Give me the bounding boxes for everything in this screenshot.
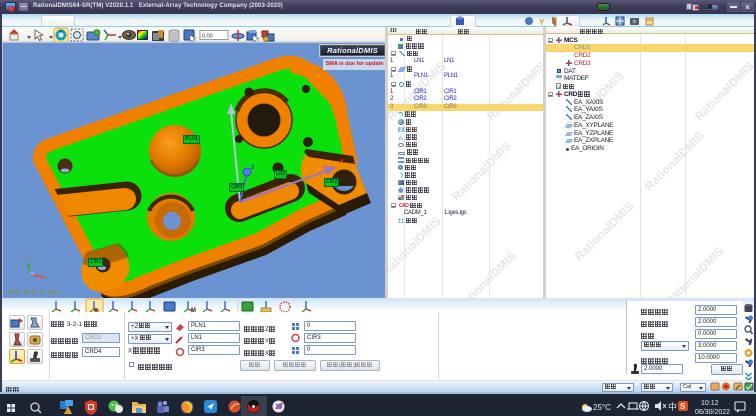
svg-text:z: z	[34, 265, 36, 270]
svg-text:x: x	[46, 275, 49, 281]
svg-text:!: !	[66, 409, 67, 415]
svg-text:Y: Y	[539, 18, 545, 27]
svg-text:425.9/0.4 fps: 425.9/0.4 fps	[8, 289, 59, 296]
svg-text:10:12: 10:12	[701, 400, 719, 407]
svg-text:06/30/2022: 06/30/2022	[695, 409, 730, 416]
svg-text:S: S	[680, 402, 686, 411]
svg-text:中: 中	[668, 401, 677, 412]
svg-text:Y: Y	[25, 257, 29, 263]
svg-text:25°C: 25°C	[593, 403, 611, 412]
svg-text:0.00: 0.00	[202, 34, 213, 40]
